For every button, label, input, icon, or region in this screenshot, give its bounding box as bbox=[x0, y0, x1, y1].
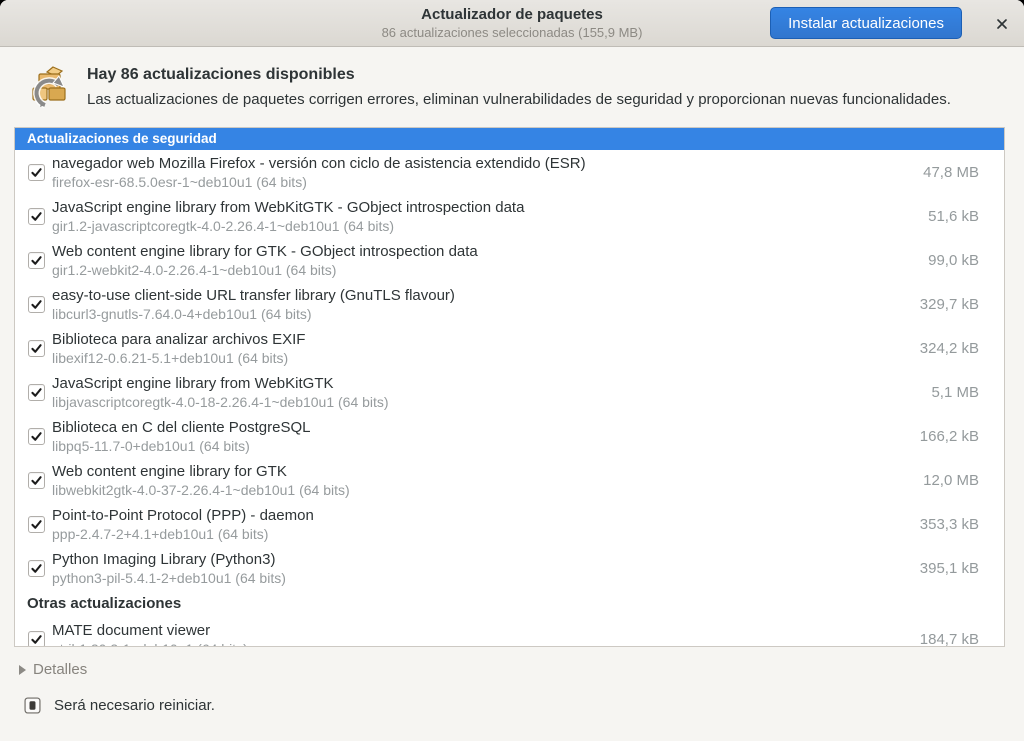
titlebar[interactable]: Actualizador de paquetes 86 actualizacio… bbox=[0, 0, 1024, 47]
package-checkbox[interactable] bbox=[28, 384, 45, 401]
package-version: gir1.2-webkit2-4.0-2.26.4-1~deb10u1 (64 … bbox=[52, 261, 478, 279]
checkmark-icon bbox=[30, 633, 43, 646]
package-summary: Biblioteca para analizar archivos EXIF bbox=[52, 330, 305, 349]
checkmark-icon bbox=[30, 518, 43, 531]
package-checkbox[interactable] bbox=[28, 472, 45, 489]
page-header: Hay 86 actualizaciones disponibles Las a… bbox=[0, 47, 1024, 127]
package-version: libcurl3-gnutls-7.64.0-4+deb10u1 (64 bit… bbox=[52, 305, 455, 323]
package-version: libwebkit2gtk-4.0-37-2.26.4-1~deb10u1 (6… bbox=[52, 481, 350, 499]
details-label: Detalles bbox=[33, 661, 87, 678]
package-row[interactable]: Web content engine library for GTK - GOb… bbox=[15, 238, 1004, 282]
package-text: JavaScript engine library from WebKitGTK… bbox=[52, 198, 524, 235]
package-checkbox[interactable] bbox=[28, 208, 45, 225]
details-expander[interactable]: Detalles bbox=[19, 661, 87, 678]
package-checkbox[interactable] bbox=[28, 560, 45, 577]
package-summary: Point-to-Point Protocol (PPP) - daemon bbox=[52, 506, 314, 525]
package-size: 99,0 kB bbox=[928, 252, 1004, 269]
package-text: navegador web Mozilla Firefox - versión … bbox=[52, 154, 586, 191]
checkmark-icon bbox=[30, 474, 43, 487]
package-version: ppp-2.4.7-2+4.1+deb10u1 (64 bits) bbox=[52, 525, 314, 543]
package-row[interactable]: JavaScript engine library from WebKitGTK… bbox=[15, 194, 1004, 238]
package-size: 47,8 MB bbox=[923, 164, 1004, 181]
package-text: Point-to-Point Protocol (PPP) - daemon p… bbox=[52, 506, 314, 543]
page-description: Las actualizaciones de paquetes corrigen… bbox=[87, 91, 951, 108]
package-text: Biblioteca para analizar archivos EXIF l… bbox=[52, 330, 305, 367]
checkmark-icon bbox=[30, 210, 43, 223]
updates-list[interactable]: Actualizaciones de seguridad navegador w… bbox=[14, 127, 1005, 647]
package-summary: easy-to-use client-side URL transfer lib… bbox=[52, 286, 455, 305]
package-checkbox[interactable] bbox=[28, 296, 45, 313]
package-row[interactable]: Biblioteca en C del cliente PostgreSQL l… bbox=[15, 414, 1004, 458]
package-row[interactable]: Web content engine library for GTK libwe… bbox=[15, 458, 1004, 502]
package-row[interactable]: MATE document viewer atril-1.20.3-1+deb1… bbox=[15, 617, 1004, 647]
package-text: easy-to-use client-side URL transfer lib… bbox=[52, 286, 455, 323]
checkmark-icon bbox=[30, 430, 43, 443]
package-checkbox[interactable] bbox=[28, 516, 45, 533]
package-text: MATE document viewer atril-1.20.3-1+deb1… bbox=[52, 621, 248, 648]
package-size: 5,1 MB bbox=[931, 384, 1004, 401]
package-size: 51,6 kB bbox=[928, 208, 1004, 225]
package-summary: Biblioteca en C del cliente PostgreSQL bbox=[52, 418, 310, 437]
package-checkbox[interactable] bbox=[28, 340, 45, 357]
package-version: libexif12-0.6.21-5.1+deb10u1 (64 bits) bbox=[52, 349, 305, 367]
package-checkbox[interactable] bbox=[28, 164, 45, 181]
package-text: Web content engine library for GTK - GOb… bbox=[52, 242, 478, 279]
package-checkbox[interactable] bbox=[28, 428, 45, 445]
updates-list-body: Actualizaciones de seguridad navegador w… bbox=[15, 128, 1004, 647]
checkmark-icon bbox=[30, 562, 43, 575]
checkmark-icon bbox=[30, 386, 43, 399]
package-version: firefox-esr-68.5.0esr-1~deb10u1 (64 bits… bbox=[52, 173, 586, 191]
package-updater-window: Actualizador de paquetes 86 actualizacio… bbox=[0, 0, 1024, 741]
package-version: python3-pil-5.4.1-2+deb10u1 (64 bits) bbox=[52, 569, 286, 587]
package-row[interactable]: navegador web Mozilla Firefox - versión … bbox=[15, 150, 1004, 194]
section-header: Actualizaciones de seguridad bbox=[15, 128, 1004, 150]
software-updater-icon bbox=[24, 63, 72, 111]
package-row[interactable]: easy-to-use client-side URL transfer lib… bbox=[15, 282, 1004, 326]
package-version: libpq5-11.7-0+deb10u1 (64 bits) bbox=[52, 437, 310, 455]
install-updates-button[interactable]: Instalar actualizaciones bbox=[770, 7, 962, 39]
package-summary: MATE document viewer bbox=[52, 621, 248, 640]
checkmark-icon bbox=[30, 166, 43, 179]
package-version: atril-1.20.3-1+deb10u1 (64 bits) bbox=[52, 640, 248, 648]
package-version: libjavascriptcoregtk-4.0-18-2.26.4-1~deb… bbox=[52, 393, 389, 411]
package-version: gir1.2-javascriptcoregtk-4.0-2.26.4-1~de… bbox=[52, 217, 524, 235]
package-summary: JavaScript engine library from WebKitGTK… bbox=[52, 198, 524, 217]
package-summary: Web content engine library for GTK - GOb… bbox=[52, 242, 478, 261]
checkmark-icon bbox=[30, 342, 43, 355]
package-summary: Python Imaging Library (Python3) bbox=[52, 550, 286, 569]
restart-icon bbox=[24, 697, 41, 714]
checkmark-icon bbox=[30, 254, 43, 267]
package-text: Biblioteca en C del cliente PostgreSQL l… bbox=[52, 418, 310, 455]
package-size: 12,0 MB bbox=[923, 472, 1004, 489]
package-row[interactable]: JavaScript engine library from WebKitGTK… bbox=[15, 370, 1004, 414]
package-summary: JavaScript engine library from WebKitGTK bbox=[52, 374, 389, 393]
package-summary: navegador web Mozilla Firefox - versión … bbox=[52, 154, 586, 173]
checkmark-icon bbox=[30, 298, 43, 311]
page-title: Hay 86 actualizaciones disponibles bbox=[87, 66, 951, 84]
package-row[interactable]: Python Imaging Library (Python3) python3… bbox=[15, 546, 1004, 590]
package-size: 329,7 kB bbox=[920, 296, 1004, 313]
restart-notice-row: Será necesario reiniciar. bbox=[24, 697, 1024, 714]
package-size: 184,7 kB bbox=[920, 631, 1004, 648]
restart-notice: Será necesario reiniciar. bbox=[54, 697, 215, 714]
package-size: 395,1 kB bbox=[920, 560, 1004, 577]
package-checkbox[interactable] bbox=[28, 252, 45, 269]
package-checkbox[interactable] bbox=[28, 631, 45, 648]
package-size: 166,2 kB bbox=[920, 428, 1004, 445]
package-text: Python Imaging Library (Python3) python3… bbox=[52, 550, 286, 587]
package-summary: Web content engine library for GTK bbox=[52, 462, 350, 481]
package-size: 324,2 kB bbox=[920, 340, 1004, 357]
section-header: Otras actualizaciones bbox=[15, 590, 1004, 617]
expander-arrow-icon bbox=[19, 665, 26, 675]
page-header-text: Hay 86 actualizaciones disponibles Las a… bbox=[87, 66, 951, 108]
package-size: 353,3 kB bbox=[920, 516, 1004, 533]
package-text: JavaScript engine library from WebKitGTK… bbox=[52, 374, 389, 411]
package-text: Web content engine library for GTK libwe… bbox=[52, 462, 350, 499]
close-icon bbox=[995, 17, 1009, 31]
package-row[interactable]: Biblioteca para analizar archivos EXIF l… bbox=[15, 326, 1004, 370]
close-button[interactable] bbox=[990, 12, 1014, 36]
package-row[interactable]: Point-to-Point Protocol (PPP) - daemon p… bbox=[15, 502, 1004, 546]
